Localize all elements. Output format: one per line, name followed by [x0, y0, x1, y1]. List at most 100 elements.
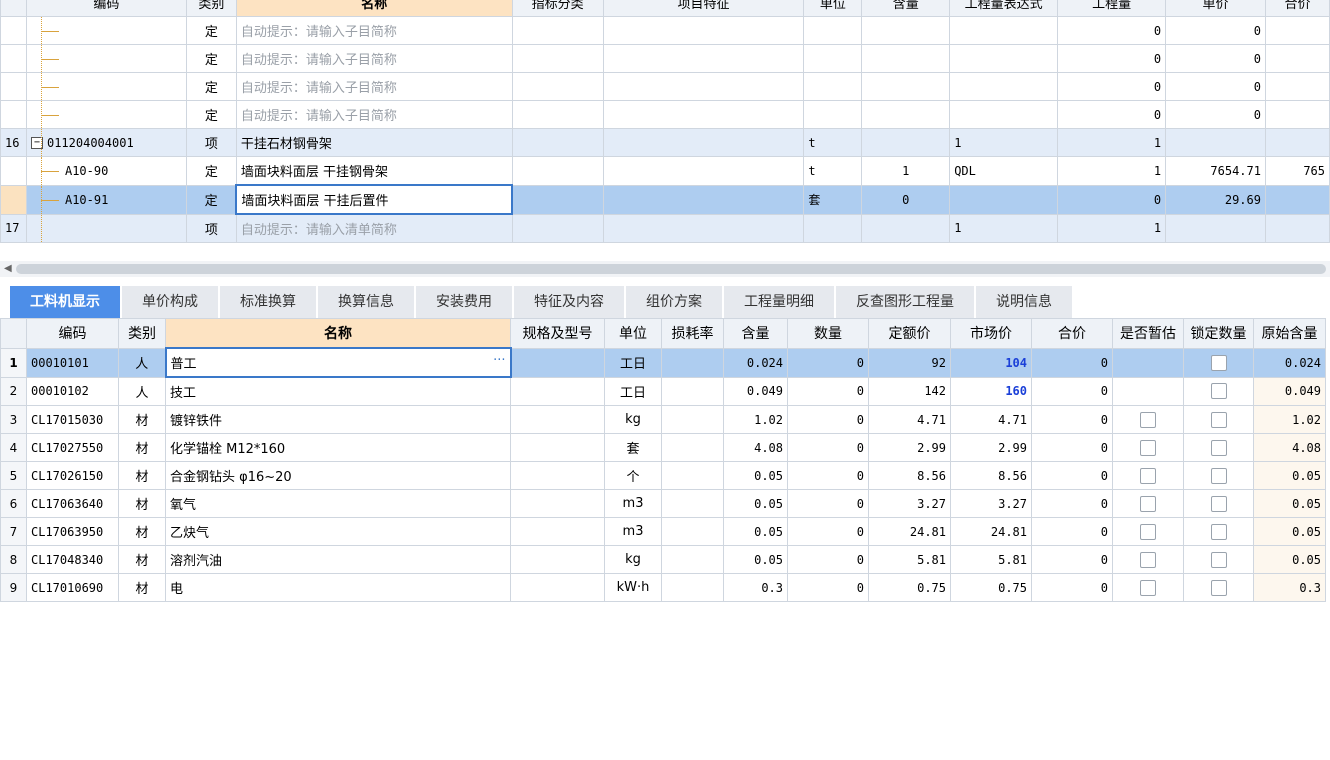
estimated-cell[interactable]: [1112, 517, 1184, 546]
features-cell[interactable]: [602, 72, 805, 101]
original-content-cell[interactable]: 1.02: [1253, 405, 1326, 434]
unit-cell[interactable]: [803, 72, 863, 101]
header-name[interactable]: 名称: [165, 318, 511, 349]
spec-cell[interactable]: [510, 461, 605, 490]
header-total[interactable]: 合价: [1031, 318, 1113, 349]
total-cell[interactable]: [1264, 184, 1330, 215]
original-content-cell[interactable]: 0.05: [1253, 461, 1326, 490]
quantity-cell[interactable]: 0: [787, 573, 869, 602]
scrollbar-thumb[interactable]: [16, 264, 1326, 274]
spec-cell[interactable]: [510, 545, 605, 574]
total-cell[interactable]: 0: [1031, 376, 1113, 406]
estimated-checkbox[interactable]: [1140, 439, 1156, 456]
tab-6[interactable]: 特征及内容: [514, 286, 626, 318]
spec-cell[interactable]: [510, 573, 605, 602]
header-name[interactable]: 名称: [235, 0, 513, 17]
total-cell[interactable]: [1264, 16, 1330, 45]
market-price-cell[interactable]: 0.75: [950, 573, 1032, 602]
header-kind[interactable]: 类别: [118, 318, 166, 349]
unit-cell[interactable]: 个: [604, 461, 662, 490]
ellipsis-icon[interactable]: ···: [493, 353, 505, 368]
code-cell[interactable]: CL17026150: [26, 461, 119, 490]
code-cell[interactable]: [25, 72, 187, 101]
header-market-price[interactable]: 市场价: [950, 318, 1032, 349]
unit-cell[interactable]: [803, 44, 863, 73]
name-cell[interactable]: 氧气: [165, 489, 511, 518]
kind-cell[interactable]: 项: [185, 213, 237, 243]
estimated-cell[interactable]: [1112, 405, 1184, 434]
estimated-checkbox[interactable]: [1140, 467, 1156, 484]
total-cell[interactable]: 0: [1031, 433, 1113, 462]
sub-item-row[interactable]: 定自动提示：请输入子目简称 0 0: [0, 16, 1330, 45]
sub-item-row[interactable]: 定自动提示：请输入子目简称 0 0: [0, 100, 1330, 129]
name-cell[interactable]: 合金钢钻头 φ16~20: [165, 461, 511, 490]
loss-rate-cell[interactable]: [661, 573, 724, 602]
index-category-cell[interactable]: [511, 128, 604, 157]
kind-cell[interactable]: 材: [118, 489, 166, 518]
loss-rate-cell[interactable]: [661, 405, 724, 434]
header-qty-expr[interactable]: 工程量表达式: [949, 0, 1059, 17]
name-cell[interactable]: 墙面块料面层 干挂后置件: [235, 184, 514, 215]
header-index-category[interactable]: 指标分类: [511, 0, 604, 17]
spec-cell[interactable]: [510, 489, 605, 518]
total-cell[interactable]: [1264, 128, 1330, 157]
header-spec[interactable]: 规格及型号: [510, 318, 605, 349]
loss-rate-cell[interactable]: [661, 461, 724, 490]
lmm-row[interactable]: 7 CL17063950 材乙炔气 m3 0.05 0 24.81 24.81 0 0.05: [0, 517, 1326, 546]
kind-cell[interactable]: 材: [118, 545, 166, 574]
features-cell[interactable]: [602, 156, 805, 186]
tab-4[interactable]: 换算信息: [318, 286, 416, 318]
market-price-cell[interactable]: 2.99: [950, 433, 1032, 462]
content-cell[interactable]: 0.05: [723, 461, 788, 490]
unit-cell[interactable]: [803, 100, 863, 129]
spec-cell[interactable]: [510, 433, 605, 462]
lock-qty-checkbox[interactable]: [1210, 439, 1227, 456]
content-cell[interactable]: 0.024: [723, 347, 788, 378]
kind-cell[interactable]: 材: [118, 461, 166, 490]
unit-cell[interactable]: kg: [604, 405, 662, 434]
content-cell[interactable]: [861, 16, 951, 45]
estimated-checkbox[interactable]: [1140, 523, 1156, 540]
lmm-row[interactable]: 5 CL17026150 材合金钢钻头 φ16~20 个 0.05 0 8.56 8.56 0 0…: [0, 461, 1326, 490]
index-category-cell[interactable]: [511, 156, 604, 186]
lock-qty-checkbox[interactable]: [1210, 354, 1227, 371]
qty-expr-cell[interactable]: 1: [949, 128, 1059, 157]
header-kind[interactable]: 类别: [185, 0, 237, 17]
header-estimated[interactable]: 是否暂估: [1112, 318, 1184, 349]
lock-qty-cell[interactable]: [1183, 517, 1254, 546]
lock-qty-checkbox[interactable]: [1210, 495, 1227, 512]
lock-qty-cell[interactable]: [1183, 489, 1254, 518]
name-cell[interactable]: 化学锚栓 M12*160: [165, 433, 511, 462]
original-content-cell[interactable]: 0.049: [1253, 376, 1326, 406]
unit-cell[interactable]: m3: [604, 517, 662, 546]
content-cell[interactable]: 0.05: [723, 545, 788, 574]
features-cell[interactable]: [602, 184, 805, 215]
market-price-cell[interactable]: 160: [950, 376, 1032, 406]
unit-cell[interactable]: kg: [604, 545, 662, 574]
lmm-row[interactable]: 6 CL17063640 材氧气 m3 0.05 0 3.27 3.27 0 0.05: [0, 489, 1326, 518]
index-category-cell[interactable]: [511, 184, 604, 215]
tab-10[interactable]: 说明信息: [976, 286, 1074, 318]
index-category-cell[interactable]: [511, 72, 604, 101]
estimated-checkbox[interactable]: [1140, 495, 1156, 512]
total-cell[interactable]: 0: [1031, 489, 1113, 518]
lmm-row[interactable]: 9 CL17010690 材电 kW·h 0.3 0 0.75 0.75 0 0.3: [0, 573, 1326, 602]
loss-rate-cell[interactable]: [661, 433, 724, 462]
tab-3[interactable]: 标准换算: [220, 286, 318, 318]
lock-qty-cell[interactable]: [1183, 347, 1254, 378]
header-features[interactable]: 项目特征: [602, 0, 805, 17]
header-qty[interactable]: 工程量: [1057, 0, 1167, 17]
unit-cell[interactable]: 工日: [604, 347, 662, 378]
quantity-cell[interactable]: 0: [787, 461, 869, 490]
kind-cell[interactable]: 定: [185, 72, 237, 101]
market-price-cell[interactable]: 3.27: [950, 489, 1032, 518]
name-cell[interactable]: 自动提示：请输入子目简称: [235, 44, 513, 73]
qty-cell[interactable]: 1: [1057, 213, 1167, 243]
original-content-cell[interactable]: 0.05: [1253, 517, 1326, 546]
total-cell[interactable]: [1264, 213, 1330, 243]
sub-item-row[interactable]: A10-90 定墙面块料面层 干挂钢骨架 t 1 QDL 1 7654.71 765: [0, 156, 1330, 186]
market-price-cell[interactable]: 104: [950, 347, 1032, 378]
code-cell[interactable]: 00010101: [26, 347, 119, 378]
lmm-row[interactable]: 1 00010101 人普工 ··· 工日 0.024 0 92 104 0 0.024: [0, 347, 1326, 378]
lock-qty-checkbox[interactable]: [1210, 467, 1227, 484]
